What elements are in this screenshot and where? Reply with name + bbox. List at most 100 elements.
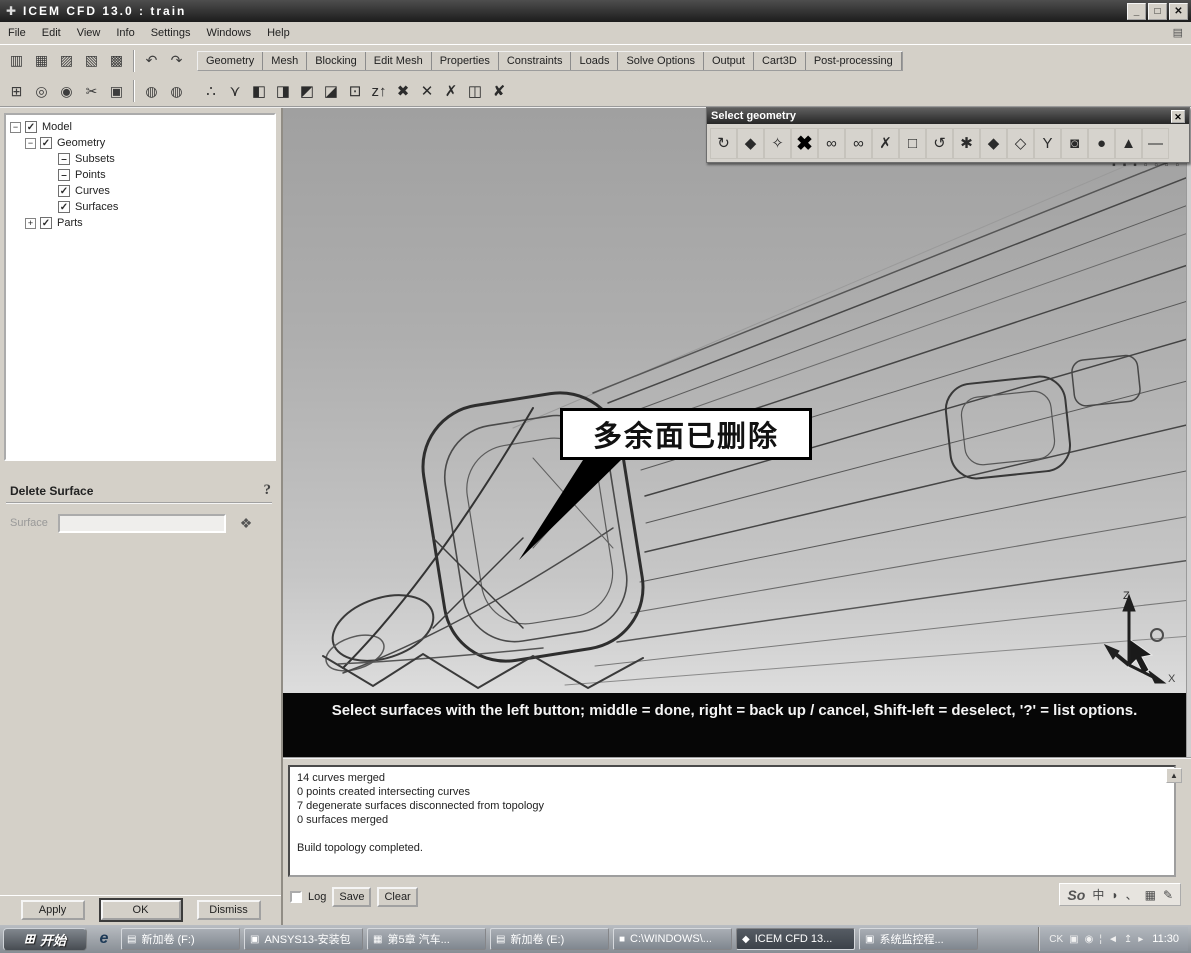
- surface-picker-icon[interactable]: ❖: [234, 512, 258, 534]
- taskbar-item-document[interactable]: ▦ 第5章 汽车...: [367, 928, 486, 950]
- copy-display-icon[interactable]: ▩: [104, 49, 129, 73]
- delete-body-icon[interactable]: ◫: [463, 79, 487, 103]
- create-point-icon[interactable]: ∴: [199, 79, 223, 103]
- menu-edit[interactable]: Edit: [42, 27, 61, 39]
- circle-select-icon[interactable]: ↺: [926, 128, 953, 159]
- tab-loads[interactable]: Loads: [571, 52, 618, 70]
- menu-windows[interactable]: Windows: [206, 27, 251, 39]
- tab-post-processing[interactable]: Post-processing: [806, 52, 902, 70]
- toggle-action-icon[interactable]: ↻: [710, 128, 737, 159]
- log-scroll-up-icon[interactable]: ▲: [1166, 768, 1182, 783]
- taskbar-item-monitor[interactable]: ▣ 系统监控程...: [859, 928, 978, 950]
- ok-button[interactable]: OK: [101, 900, 181, 920]
- tab-geometry[interactable]: Geometry: [198, 52, 263, 70]
- delete-any-icon[interactable]: ✘: [487, 79, 511, 103]
- model-tree[interactable]: − ✓ Model − ✓ Geometry – Subsets – Point…: [4, 113, 276, 461]
- checkbox-icon[interactable]: ✓: [40, 217, 52, 229]
- checkbox-icon[interactable]: –: [58, 153, 70, 165]
- tab-solve-options[interactable]: Solve Options: [618, 52, 703, 70]
- expander-icon[interactable]: −: [10, 122, 21, 133]
- taskbar-item-drive-e[interactable]: ▤ 新加卷 (E:): [490, 928, 609, 950]
- menu-help[interactable]: Help: [267, 27, 290, 39]
- ime-chinese-mode-icon[interactable]: 中: [1092, 886, 1104, 903]
- expander-icon[interactable]: +: [25, 218, 36, 229]
- tab-cart3d[interactable]: Cart3D: [754, 52, 806, 70]
- graphics-viewport[interactable]: 多余面已删除 ▪ ▪ ▪ ▫ ▫ ▫ ▫ Z X Select surfaces…: [283, 108, 1191, 757]
- menu-settings[interactable]: Settings: [151, 27, 191, 39]
- select-parts-mode-icon[interactable]: ▲: [1115, 128, 1142, 159]
- tree-item-geometry[interactable]: − ✓ Geometry: [8, 135, 272, 151]
- ime-toolbox-icon[interactable]: ✎: [1163, 888, 1173, 902]
- tray-network-icon[interactable]: ¦: [1099, 934, 1102, 945]
- tray-ime-icon[interactable]: CK: [1049, 934, 1063, 945]
- maximize-button[interactable]: □: [1148, 3, 1167, 20]
- menu-file[interactable]: File: [8, 27, 26, 39]
- zoom-view-icon[interactable]: ◎: [29, 79, 54, 103]
- flood-select-icon[interactable]: ✱: [953, 128, 980, 159]
- tree-item-model[interactable]: − ✓ Model: [8, 119, 272, 135]
- log-checkbox[interactable]: [290, 891, 302, 903]
- open-icon[interactable]: ▥: [4, 49, 29, 73]
- tray-shield-icon[interactable]: ▣: [1069, 934, 1078, 945]
- modify-surface-icon[interactable]: ◪: [319, 79, 343, 103]
- tab-mesh[interactable]: Mesh: [263, 52, 307, 70]
- select-visible-icon[interactable]: ∞: [818, 128, 845, 159]
- expander-icon[interactable]: −: [25, 138, 36, 149]
- menu-info[interactable]: Info: [116, 27, 134, 39]
- tab-blocking[interactable]: Blocking: [307, 52, 366, 70]
- print-setup-icon[interactable]: ▨: [54, 49, 79, 73]
- checkbox-icon[interactable]: ✓: [58, 185, 70, 197]
- cancel-selection-icon[interactable]: ✖: [791, 128, 818, 159]
- viewport-scrollbar[interactable]: [1186, 108, 1191, 757]
- tab-edit-mesh[interactable]: Edit Mesh: [366, 52, 432, 70]
- minimize-button[interactable]: _: [1127, 3, 1146, 20]
- filter-points-icon[interactable]: ◆: [980, 128, 1007, 159]
- tree-item-subsets[interactable]: – Subsets: [8, 151, 272, 167]
- filter-curves-icon[interactable]: ◇: [1007, 128, 1034, 159]
- options-a-icon[interactable]: ◍: [139, 79, 164, 103]
- tray-volume-icon[interactable]: ◉: [1085, 934, 1094, 945]
- create-faceted-icon[interactable]: ◩: [295, 79, 319, 103]
- tree-item-points[interactable]: – Points: [8, 167, 272, 183]
- box-select-icon[interactable]: □: [899, 128, 926, 159]
- quick-launch-ie-icon[interactable]: e: [91, 928, 117, 950]
- taskbar-item-drive-f[interactable]: ▤ 新加卷 (F:): [121, 928, 240, 950]
- tab-constraints[interactable]: Constraints: [499, 52, 572, 70]
- pick-parts-icon[interactable]: ◆: [737, 128, 764, 159]
- checkbox-icon[interactable]: ✓: [58, 201, 70, 213]
- ime-punctuation-icon[interactable]: 、: [1126, 886, 1138, 903]
- window-layout-icon[interactable]: ⊞: [4, 79, 29, 103]
- transform-geometry-icon[interactable]: ⊡: [343, 79, 367, 103]
- tray-eject-icon[interactable]: ▸: [1138, 934, 1143, 945]
- log-save-button[interactable]: Save: [332, 887, 371, 907]
- save-icon[interactable]: ▦: [29, 49, 54, 73]
- restore-dormant-icon[interactable]: z↑: [367, 79, 391, 103]
- options-b-icon[interactable]: ◍: [164, 79, 189, 103]
- create-curve-icon[interactable]: ⋎: [223, 79, 247, 103]
- tree-item-curves[interactable]: ✓ Curves: [8, 183, 272, 199]
- undo-icon[interactable]: ↶: [139, 49, 164, 73]
- ime-softkeyboard-icon[interactable]: ▦: [1145, 888, 1156, 902]
- measure-icon[interactable]: ✂: [79, 79, 104, 103]
- ime-shape-mode-icon[interactable]: ◗: [1111, 888, 1118, 902]
- taskbar-item-cmd[interactable]: ■ C:\WINDOWS\...: [613, 928, 732, 950]
- checkbox-icon[interactable]: ✓: [40, 137, 52, 149]
- tray-antivirus-icon[interactable]: ◄: [1108, 934, 1118, 945]
- create-surface-icon[interactable]: ◧: [247, 79, 271, 103]
- select-bodies-mode-icon[interactable]: ●: [1088, 128, 1115, 159]
- surface-input[interactable]: [58, 514, 226, 533]
- delete-surface-icon[interactable]: ✗: [439, 79, 463, 103]
- filter-surfaces-icon[interactable]: Υ: [1034, 128, 1061, 159]
- close-icon[interactable]: ✕: [1171, 110, 1185, 123]
- select-geometry-titlebar[interactable]: Select geometry ✕: [707, 108, 1189, 124]
- delete-curve-icon[interactable]: ✕: [415, 79, 439, 103]
- close-button[interactable]: ✕: [1169, 3, 1188, 20]
- tray-update-icon[interactable]: ↥: [1124, 934, 1132, 945]
- tree-item-surfaces[interactable]: ✓ Surfaces: [8, 199, 272, 215]
- log-clear-button[interactable]: Clear: [377, 887, 417, 907]
- menu-view[interactable]: View: [77, 27, 101, 39]
- help-icon[interactable]: ?: [264, 482, 272, 499]
- tab-output[interactable]: Output: [704, 52, 754, 70]
- checkbox-icon[interactable]: –: [58, 169, 70, 181]
- select-surfaces-mode-icon[interactable]: ◙: [1061, 128, 1088, 159]
